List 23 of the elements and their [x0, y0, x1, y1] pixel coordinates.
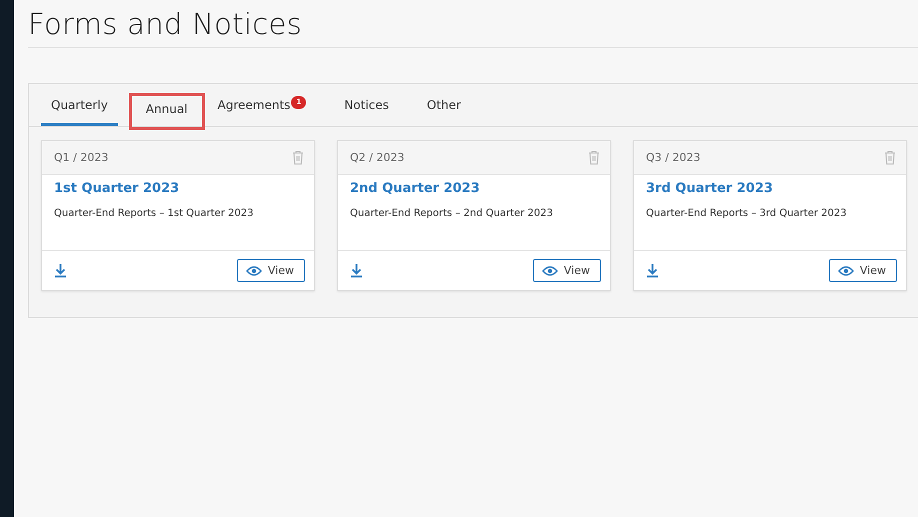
card-title[interactable]: 2nd Quarter 2023	[350, 181, 598, 196]
download-icon[interactable]	[54, 263, 67, 278]
tab[interactable]: Quarterly	[41, 90, 118, 126]
view-button[interactable]: View	[828, 259, 897, 282]
period-label: Q2 / 2023	[350, 151, 404, 164]
view-button[interactable]: View	[236, 259, 305, 282]
period-label: Q3 / 2023	[646, 151, 700, 164]
tab[interactable]: Notices	[334, 90, 399, 126]
period-label: Q1 / 2023	[54, 151, 108, 164]
view-button[interactable]: View	[532, 259, 601, 282]
eye-icon	[542, 266, 558, 276]
card-title[interactable]: 3rd Quarter 2023	[646, 181, 894, 196]
card-title[interactable]: 1st Quarter 2023	[54, 181, 302, 196]
download-icon[interactable]	[350, 263, 363, 278]
page-title: Forms and Notices	[28, 0, 918, 48]
eye-icon	[246, 266, 262, 276]
card-description: Quarter-End Reports – 3rd Quarter 2023	[646, 208, 848, 219]
card-description: Quarter-End Reports – 2nd Quarter 2023	[350, 208, 554, 219]
card-description: Quarter-End Reports – 1st Quarter 2023	[54, 208, 254, 219]
tab[interactable]: Annual	[132, 96, 202, 127]
download-icon[interactable]	[646, 263, 659, 278]
eye-icon	[838, 266, 854, 276]
tab[interactable]: Other	[416, 90, 471, 126]
